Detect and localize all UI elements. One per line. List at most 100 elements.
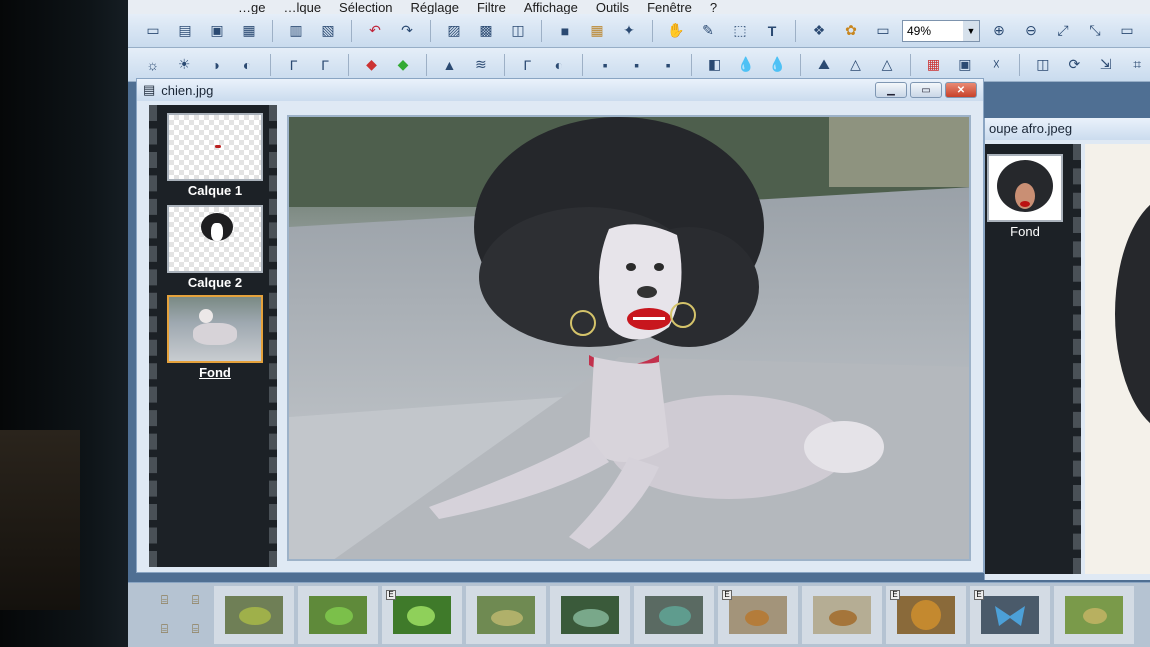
fit-window-icon[interactable]: ⤢ bbox=[1050, 19, 1076, 43]
menu-help[interactable]: ? bbox=[710, 1, 717, 14]
figure-icon[interactable]: ☓ bbox=[984, 53, 1009, 77]
folder-new-icon[interactable]: ⌸ bbox=[192, 622, 199, 637]
zoom-out-icon[interactable]: ⊖ bbox=[1018, 19, 1044, 43]
browser-thumbnail[interactable] bbox=[214, 586, 294, 644]
redo-icon[interactable]: ↷ bbox=[394, 19, 420, 43]
screen: …ge …lque Sélection Réglage Filtre Affic… bbox=[128, 0, 1150, 647]
browser-thumbnail[interactable]: E bbox=[718, 586, 798, 644]
menu-image[interactable]: …ge bbox=[238, 1, 265, 14]
open-icon[interactable]: ▤ bbox=[172, 19, 198, 43]
adjust-toolbar: ☼ ☀ ◑ ◐ Γ Γ ◆ ◆ ▲ ≋ Γ ◐ ▪ ▪ ▪ ◧ 💧 💧 ⛰ △ … bbox=[128, 48, 1150, 82]
browser-thumbnail[interactable] bbox=[298, 586, 378, 644]
browser-thumbnail[interactable]: E bbox=[382, 586, 462, 644]
auto-contrast-icon[interactable]: ◐ bbox=[546, 53, 571, 77]
second-document-title[interactable]: oupe afro.jpeg bbox=[985, 118, 1150, 140]
effects-icon[interactable]: ✦ bbox=[616, 19, 642, 43]
close-button[interactable]: ✕ bbox=[945, 82, 977, 98]
browser-thumbnail[interactable] bbox=[1054, 586, 1134, 644]
color-balance-icon[interactable]: ▦ bbox=[921, 53, 946, 77]
menu-outils[interactable]: Outils bbox=[596, 1, 629, 14]
layers-icon[interactable]: ❖ bbox=[806, 19, 832, 43]
mirror-icon[interactable]: ◫ bbox=[1030, 53, 1055, 77]
grayscale-icon[interactable]: ■ bbox=[552, 19, 578, 43]
palette-icon[interactable]: ▦ bbox=[584, 19, 610, 43]
paste-new-icon[interactable]: ◫ bbox=[505, 19, 531, 43]
layer-item[interactable]: Fond bbox=[167, 295, 263, 380]
mosaic-icon[interactable]: ▪ bbox=[655, 53, 680, 77]
brightness-up-icon[interactable]: ☀ bbox=[171, 53, 196, 77]
dither-icon[interactable]: ▪ bbox=[624, 53, 649, 77]
menu-reglage[interactable]: Réglage bbox=[411, 1, 459, 14]
save-all-icon[interactable]: ▦ bbox=[236, 19, 262, 43]
toolbar-separator bbox=[652, 19, 653, 42]
monitor-icon[interactable]: ▣ bbox=[952, 53, 977, 77]
resize-icon[interactable]: ⇲ bbox=[1093, 53, 1118, 77]
folder-tree-icon[interactable]: ⌸ bbox=[161, 593, 168, 608]
browser-thumbnail[interactable]: E bbox=[886, 586, 966, 644]
hand-tool-icon[interactable]: ✋ bbox=[663, 19, 689, 43]
edge-icon[interactable]: △ bbox=[874, 53, 899, 77]
soften-icon[interactable]: △ bbox=[843, 53, 868, 77]
maximize-button[interactable]: ▭ bbox=[910, 82, 942, 98]
chevron-down-icon[interactable]: ▼ bbox=[963, 20, 979, 41]
menu-selection[interactable]: Sélection bbox=[339, 1, 392, 14]
browser-thumbnail[interactable]: E bbox=[970, 586, 1050, 644]
print-icon[interactable]: ▥ bbox=[283, 19, 309, 43]
noise-icon[interactable]: ▪ bbox=[593, 53, 618, 77]
paste-icon[interactable]: ▩ bbox=[473, 19, 499, 43]
sharpen-icon[interactable]: 💧 bbox=[765, 53, 790, 77]
toolbar-separator bbox=[351, 19, 352, 42]
new-icon[interactable]: ▭ bbox=[140, 19, 166, 43]
image-canvas[interactable] bbox=[287, 115, 971, 561]
badge: E bbox=[974, 590, 984, 600]
badge: E bbox=[386, 590, 396, 600]
minimize-button[interactable]: ▁ bbox=[875, 82, 907, 98]
browser-thumbnail[interactable] bbox=[634, 586, 714, 644]
gamma-down-icon[interactable]: Γ bbox=[281, 53, 306, 77]
layer-thumbnail[interactable] bbox=[987, 154, 1063, 222]
plugin-icon[interactable]: ✿ bbox=[838, 19, 864, 43]
saturation-down-icon[interactable]: ◆ bbox=[359, 53, 384, 77]
copy-icon[interactable]: ▨ bbox=[441, 19, 467, 43]
folder-list-icon[interactable]: ⌸ bbox=[192, 593, 199, 608]
layer-item[interactable]: Calque 1 bbox=[167, 113, 263, 198]
main-toolbar: ▭ ▤ ▣ ▦ ▥ ▧ ↶ ↷ ▨ ▩ ◫ ■ ▦ ✦ ✋ ✎ ⬚ T ❖ ✿ … bbox=[128, 14, 1150, 48]
menu-affichage[interactable]: Affichage bbox=[524, 1, 578, 14]
gamma-up-icon[interactable]: Γ bbox=[312, 53, 337, 77]
levels-icon[interactable]: ▲ bbox=[437, 53, 462, 77]
rotate-icon[interactable]: ⟳ bbox=[1062, 53, 1087, 77]
curves-icon[interactable]: ≋ bbox=[468, 53, 493, 77]
menu-filtre[interactable]: Filtre bbox=[477, 1, 506, 14]
layer-item[interactable]: Calque 2 bbox=[167, 205, 263, 290]
zoom-in-icon[interactable]: ⊕ bbox=[986, 19, 1012, 43]
auto-gamma-icon[interactable]: Γ bbox=[515, 53, 540, 77]
clone-tool-icon[interactable]: ✎ bbox=[695, 19, 721, 43]
flip-icon[interactable]: ◧ bbox=[702, 53, 727, 77]
crop-icon[interactable]: ⌗ bbox=[1125, 53, 1150, 77]
select-tool-icon[interactable]: ⬚ bbox=[727, 19, 753, 43]
folder-up-icon[interactable]: ⌸ bbox=[161, 622, 168, 637]
menu-calque[interactable]: …lque bbox=[283, 1, 321, 14]
text-tool-icon[interactable]: T bbox=[759, 19, 785, 43]
emboss-icon[interactable]: ⛰ bbox=[811, 53, 836, 77]
blur-icon[interactable]: 💧 bbox=[733, 53, 758, 77]
menu-fenetre[interactable]: Fenêtre bbox=[647, 1, 692, 14]
scan-icon[interactable]: ▧ bbox=[315, 19, 341, 43]
save-icon[interactable]: ▣ bbox=[204, 19, 230, 43]
zoom-select[interactable]: 49% ▼ bbox=[902, 19, 980, 42]
second-image-canvas[interactable] bbox=[1085, 144, 1150, 574]
actual-size-icon[interactable]: ⤡ bbox=[1082, 19, 1108, 43]
brightness-down-icon[interactable]: ☼ bbox=[140, 53, 165, 77]
document-titlebar[interactable]: ▤ chien.jpg ▁ ▭ ✕ bbox=[137, 79, 983, 101]
browser-thumbnail[interactable] bbox=[550, 586, 630, 644]
browser-thumbnail[interactable] bbox=[466, 586, 546, 644]
window-icon[interactable]: ▭ bbox=[870, 19, 896, 43]
layer-name: Calque 1 bbox=[187, 183, 243, 198]
saturation-up-icon[interactable]: ◆ bbox=[390, 53, 415, 77]
contrast-down-icon[interactable]: ◑ bbox=[203, 53, 228, 77]
undo-icon[interactable]: ↶ bbox=[362, 19, 388, 43]
desk-background bbox=[0, 430, 80, 610]
fullscreen-icon[interactable]: ▭ bbox=[1114, 19, 1140, 43]
contrast-up-icon[interactable]: ◐ bbox=[234, 53, 259, 77]
browser-thumbnail[interactable] bbox=[802, 586, 882, 644]
